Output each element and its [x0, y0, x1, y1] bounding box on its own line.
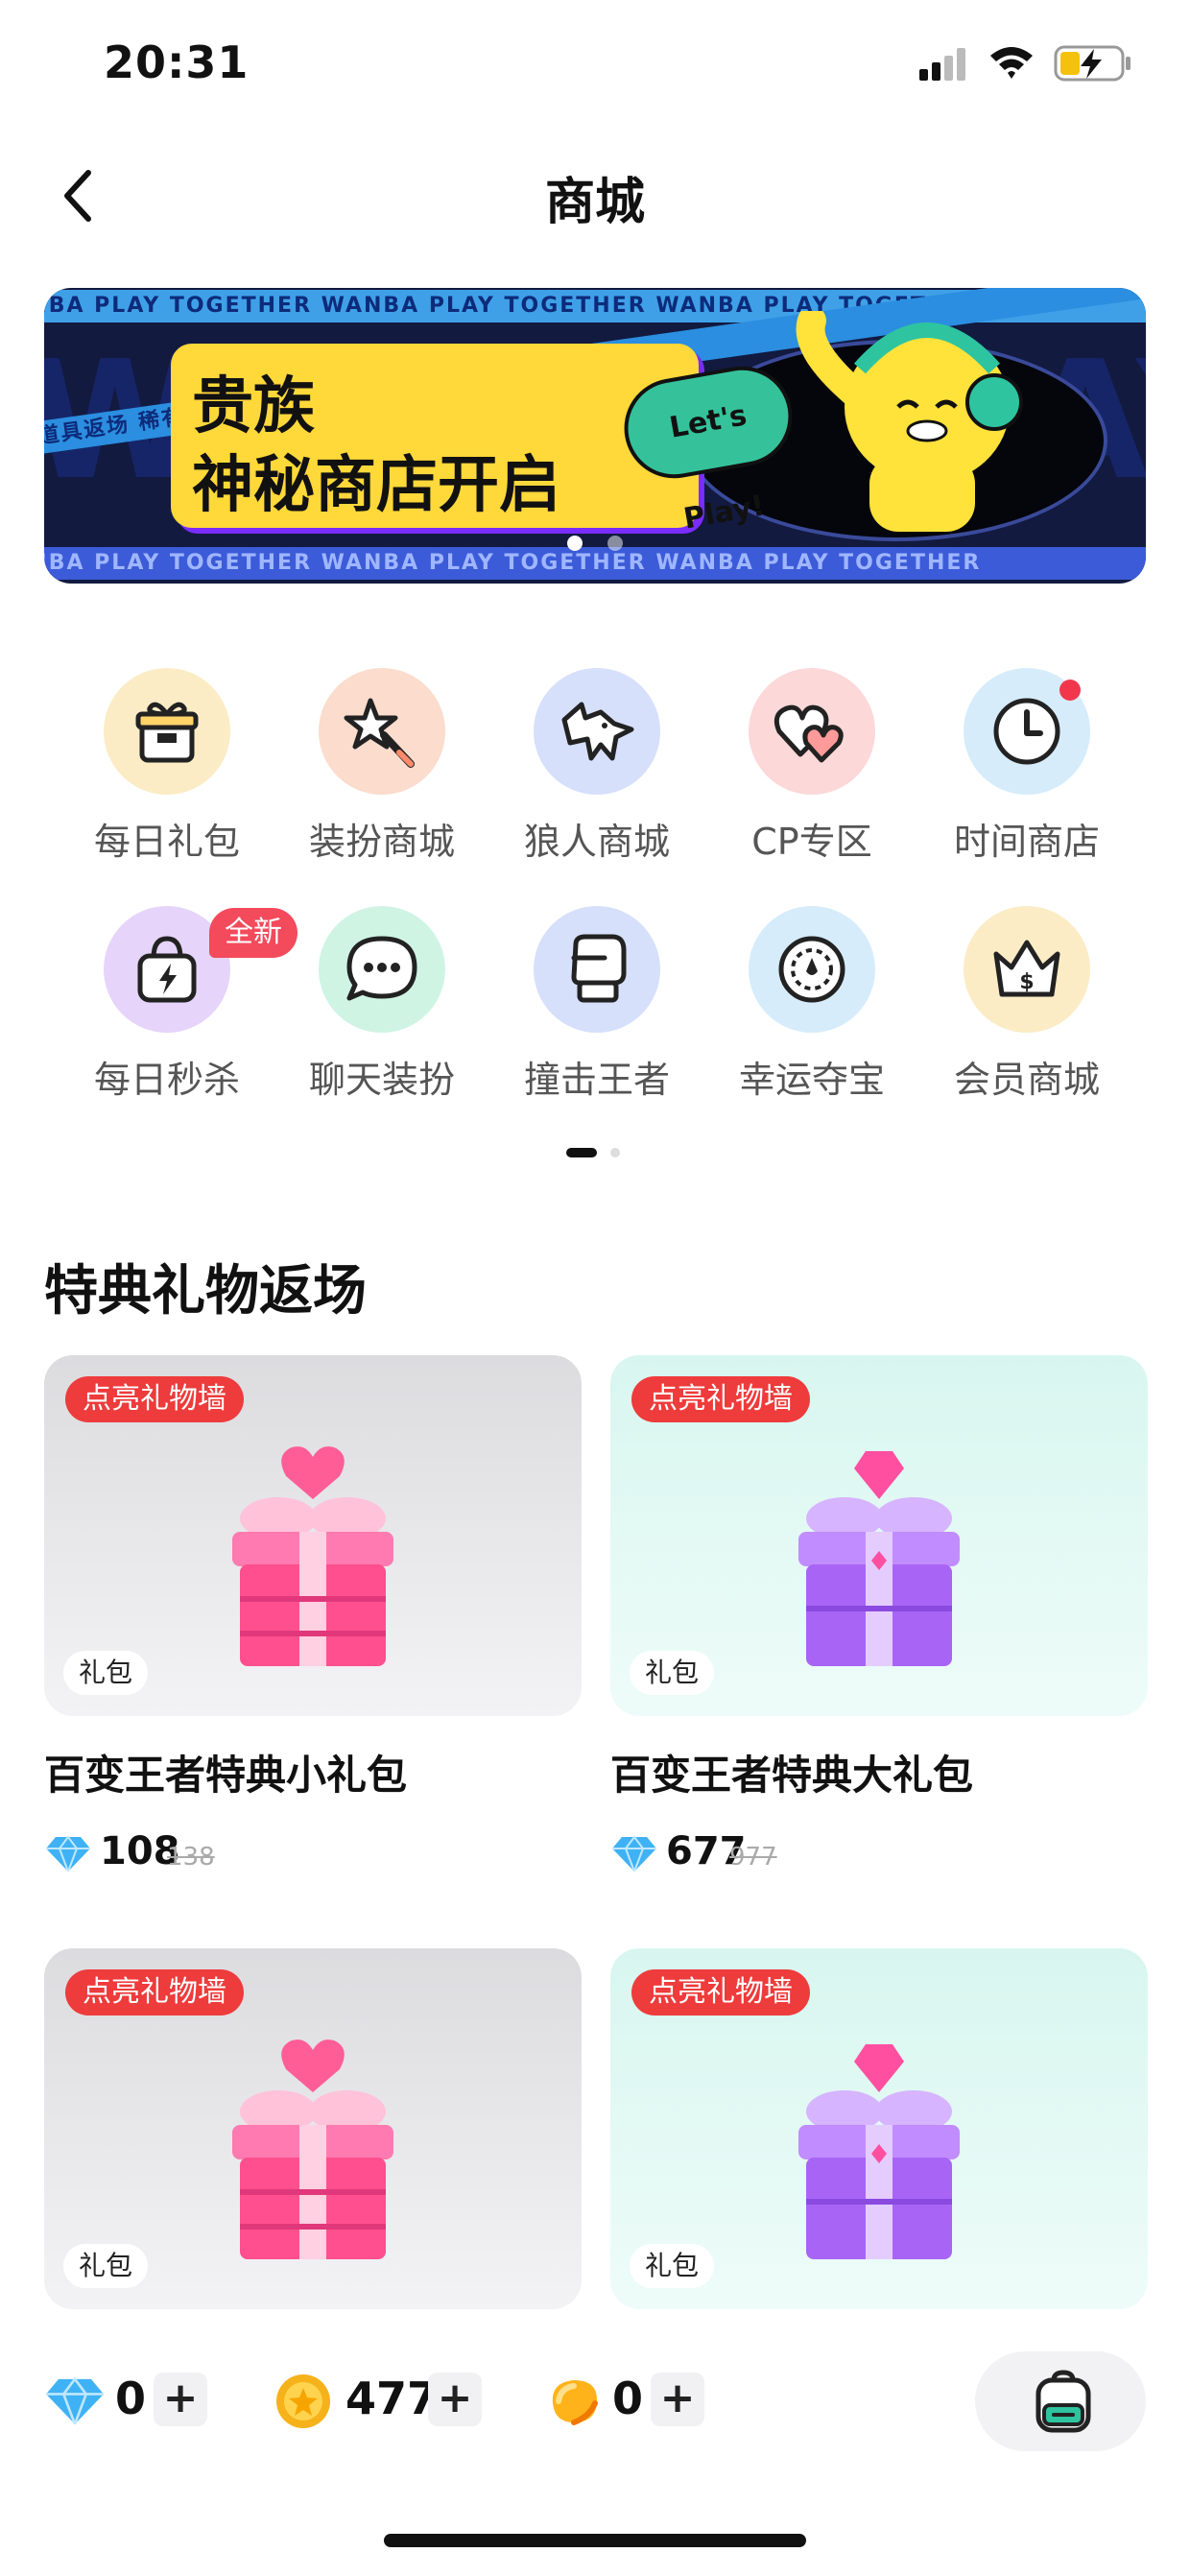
add-diamonds-button[interactable]: + [154, 2373, 207, 2426]
banner-dot [607, 536, 623, 551]
purple-diamond-gift-icon [798, 1451, 960, 1666]
banner-dot-active [567, 536, 583, 551]
category-page-dot [610, 1148, 620, 1157]
category-label: 幸运夺宝 [738, 1059, 885, 1101]
add-beans-button[interactable]: + [651, 2373, 704, 2426]
product-card[interactable]: 点亮礼物墙 礼包 [44, 1948, 582, 2309]
status-time: 20:31 [104, 36, 250, 88]
banner-pagination [44, 536, 1146, 555]
wallet-bar: 0 + 477 + 0 + [0, 2342, 1190, 2457]
bean-count: 0 [612, 2373, 644, 2424]
category-daily-gift[interactable]: 每日礼包 [63, 668, 240, 879]
product-card[interactable]: 点亮礼物墙 礼包 [610, 1948, 1148, 2309]
wifi-icon [990, 47, 1033, 79]
wolf-icon [561, 702, 634, 761]
category-dressup-mall[interactable]: 装扮商城 [278, 668, 455, 879]
category-label: CP专区 [751, 821, 872, 863]
pink-heart-gift-icon [232, 2039, 393, 2259]
original-price: 977 [729, 1843, 777, 1872]
product-name: 百变王者特典小礼包 [44, 1752, 408, 1799]
hearts-icon [774, 704, 844, 763]
golden-bean-icon [552, 2380, 598, 2425]
svg-text:$: $ [1019, 970, 1034, 994]
category-label: 每日秒杀 [93, 1059, 240, 1101]
backpack-button[interactable] [975, 2351, 1146, 2451]
lucky-wheel-icon [778, 936, 845, 1003]
product-card[interactable]: 点亮礼物墙 礼包 [610, 1355, 1148, 1716]
product-name: 百变王者特典大礼包 [610, 1752, 974, 1799]
add-coins-button[interactable]: + [428, 2373, 482, 2426]
pink-heart-gift-icon [232, 1446, 393, 1666]
notification-dot [1059, 680, 1081, 701]
coin-count: 477 [345, 2373, 439, 2424]
product-kind-tag: 礼包 [63, 1651, 149, 1695]
category-label: 狼人商城 [523, 821, 670, 863]
banner-headline-card: 贵族 神秘商店开启 Let's Play! [171, 344, 800, 537]
boxing-glove-icon [571, 934, 627, 1003]
section-title: 特典礼物返场 [44, 1260, 367, 1323]
shop-page: 20:31 商城 WANBA PLAY WANBA PLAY TOGETHER … [0, 0, 1190, 2576]
category-werewolf-mall[interactable]: 狼人商城 [493, 668, 670, 879]
category-cp-zone[interactable]: CP专区 [708, 668, 881, 879]
banner-line-2: 神秘商店开启 [192, 450, 560, 521]
product-price: 108 138 [44, 1829, 294, 1877]
gift-box-icon [135, 702, 199, 763]
category-lucky-draw[interactable]: 幸运夺宝 [708, 906, 885, 1117]
category-label: 撞击王者 [523, 1059, 670, 1101]
original-price: 138 [167, 1843, 215, 1872]
promo-banner[interactable]: WANBA PLAY WANBA PLAY TOGETHER WANBA PLA… [44, 288, 1146, 584]
banner-line-1: 贵族 [192, 371, 315, 442]
category-label: 每日礼包 [93, 821, 240, 863]
bean-balance: 0 + [545, 2369, 718, 2430]
chat-bubble-icon [346, 936, 417, 1001]
home-indicator [384, 2534, 806, 2547]
category-vip-mall[interactable]: $ 会员商城 [923, 906, 1100, 1117]
product-price: 677 977 [610, 1829, 860, 1877]
status-bar: 20:31 [0, 0, 1190, 134]
gold-coin-icon [276, 2374, 330, 2428]
magic-wand-icon [344, 698, 415, 768]
category-page-dot-active [566, 1148, 597, 1157]
page-title: 商城 [544, 174, 645, 231]
category-label: 聊天装扮 [308, 1059, 455, 1101]
backpack-icon [1035, 2370, 1091, 2433]
diamond-balance: 0 + [46, 2369, 219, 2430]
yellow-mascot-icon [796, 311, 1023, 532]
clock-icon [993, 698, 1060, 765]
category-crash-king[interactable]: 撞击王者 [493, 906, 670, 1117]
crown-icon: $ [993, 940, 1060, 997]
product-card[interactable]: 点亮礼物墙 礼包 [44, 1355, 582, 1716]
category-label: 装扮商城 [308, 821, 455, 863]
category-label: 时间商店 [953, 821, 1100, 863]
category-chat-dressup[interactable]: 聊天装扮 [278, 906, 455, 1117]
diamond-icon [612, 1835, 656, 1872]
flash-bag-icon [137, 936, 197, 1003]
product-kind-tag: 礼包 [63, 2244, 149, 2288]
battery-charging-icon [1054, 45, 1130, 82]
diamond-count: 0 [115, 2373, 147, 2424]
purple-diamond-gift-icon [798, 2044, 960, 2259]
navigation-bar: 商城 [0, 144, 1190, 250]
product-kind-tag: 礼包 [630, 1651, 715, 1695]
product-kind-tag: 礼包 [630, 2244, 715, 2288]
diamond-icon [46, 2376, 104, 2424]
cellular-signal-icon [919, 48, 965, 81]
diamond-icon [46, 1835, 90, 1872]
category-label: 会员商城 [953, 1059, 1100, 1101]
coin-balance: 477 + [274, 2369, 486, 2430]
